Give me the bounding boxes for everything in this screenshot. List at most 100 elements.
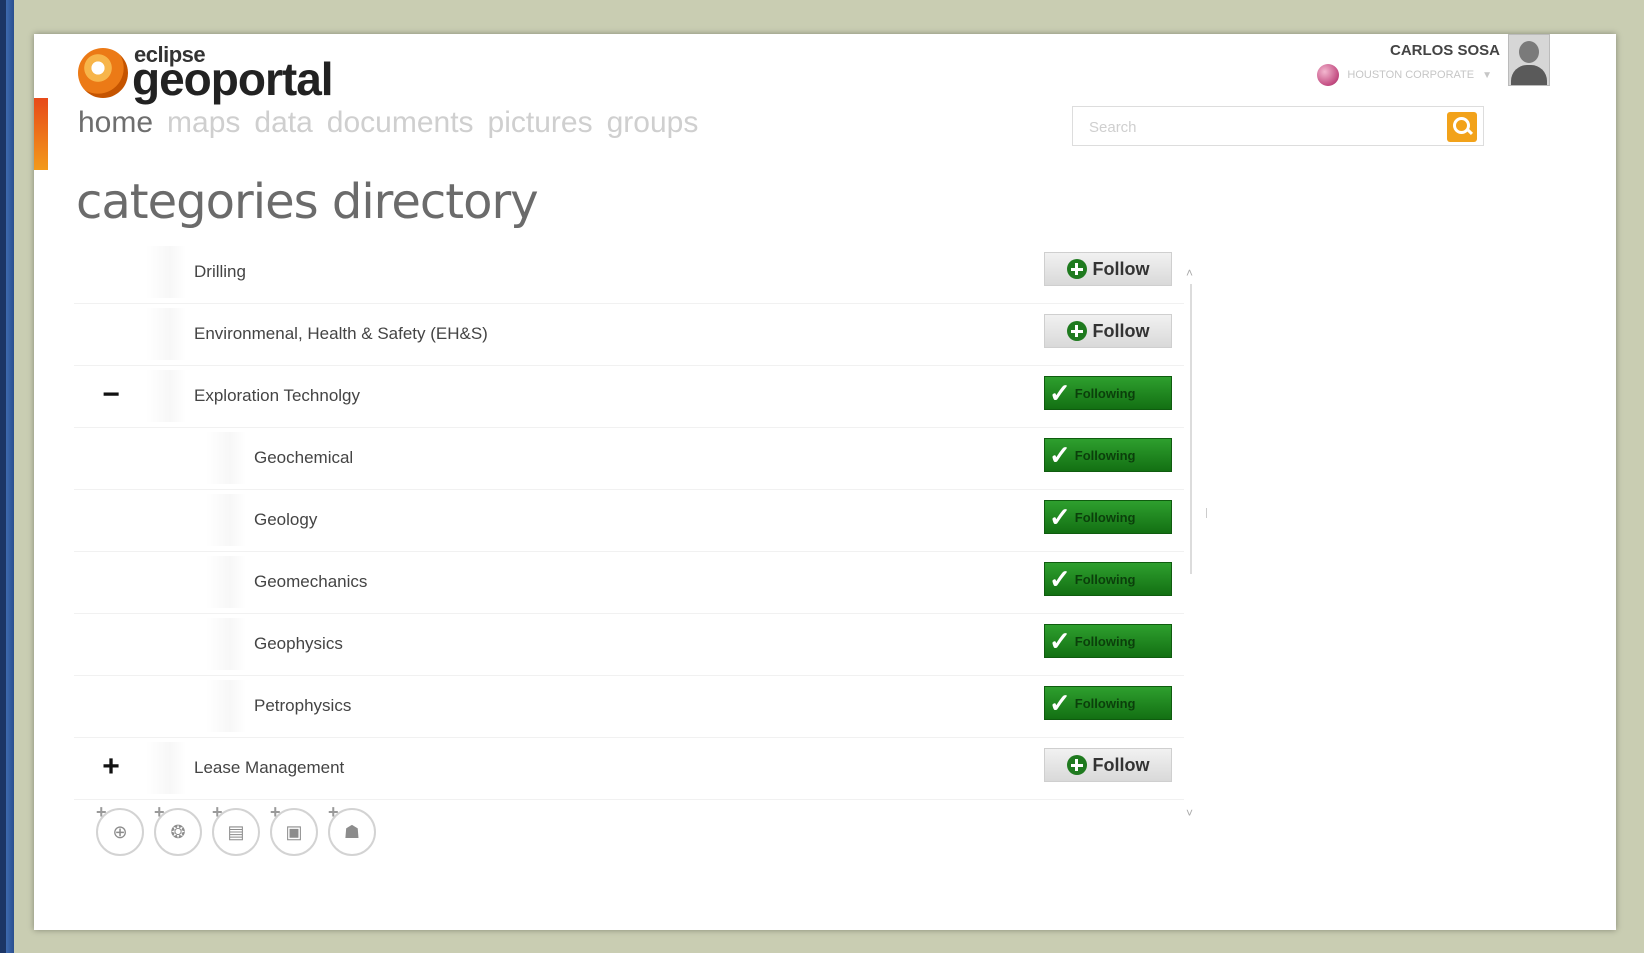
category-list: Drilling Follow Environmenal, Health & Saf… [74, 242, 1184, 800]
add-map-button[interactable]: + ⊕ [96, 802, 144, 856]
button-label: Following [1074, 695, 1136, 711]
following-button[interactable]: ✓ Following [1044, 500, 1172, 534]
add-group-icon: ☗ [343, 822, 361, 842]
plus-icon: + [270, 802, 281, 822]
checkmark-icon: ✓ [1049, 688, 1071, 718]
following-button[interactable]: ✓ Following [1044, 438, 1172, 472]
category-row: Petrophysics ✓ Following [74, 676, 1184, 738]
scroll-down-arrow[interactable]: ˅ [1186, 806, 1193, 820]
logo[interactable]: eclipse geoportal [78, 40, 388, 110]
app-window: eclipse geoportal home maps data documents p… [34, 34, 1616, 930]
category-label[interactable]: Lease Management [194, 758, 344, 778]
add-group-button[interactable]: + ☗ [328, 802, 376, 856]
nav-item-maps[interactable]: maps [167, 106, 240, 140]
nav-item-groups[interactable]: groups [607, 106, 699, 140]
button-label: Follow [1092, 258, 1150, 279]
plus-circle-icon [1066, 259, 1087, 279]
plus-icon: + [212, 802, 223, 822]
checkmark-icon: ✓ [1049, 626, 1071, 656]
row-indent-shade [206, 494, 246, 546]
button-label: Follow [1092, 320, 1150, 341]
following-button[interactable]: ✓ Following [1044, 686, 1172, 720]
accent-bar [34, 98, 48, 170]
nav-item-home[interactable]: home [78, 106, 153, 140]
category-row: Geochemical ✓ Following [74, 428, 1184, 490]
add-picture-button[interactable]: + ▣ [270, 802, 318, 856]
category-row: + Lease Management Follow [74, 738, 1184, 800]
category-row: − Exploration Technolgy ✓ Following [74, 366, 1184, 428]
logo-big-text: geoportal [132, 53, 334, 105]
globe-icon [1317, 64, 1340, 86]
nav-item-data[interactable]: data [254, 106, 312, 140]
button-label: Following [1074, 509, 1136, 525]
user-name[interactable]: CARLOS SOSA [1390, 42, 1500, 59]
nav-item-pictures[interactable]: pictures [488, 106, 593, 140]
avatar[interactable] [1508, 34, 1550, 86]
row-indent-shade [206, 432, 246, 484]
button-label: Following [1074, 571, 1136, 587]
follow-button[interactable]: Follow [1044, 314, 1172, 348]
category-label[interactable]: Geophysics [254, 634, 343, 654]
plus-circle-icon [1066, 755, 1087, 775]
scrollbar-thumb[interactable] [1190, 284, 1192, 574]
follow-button[interactable]: Follow [1044, 252, 1172, 286]
checkmark-icon: ✓ [1049, 564, 1071, 594]
category-label[interactable]: Environmenal, Health & Safety (EH&S) [194, 324, 488, 344]
chevron-down-icon: ▼ [1482, 69, 1492, 81]
checkmark-icon: ✓ [1049, 378, 1071, 408]
row-indent-shade [206, 680, 246, 732]
scroll-up-arrow[interactable]: ˄ [1186, 266, 1193, 280]
category-label[interactable]: Geomechanics [254, 572, 367, 592]
main-nav: home maps data documents pictures groups [78, 106, 698, 140]
avatar-head [1519, 41, 1539, 63]
add-data-icon: ❂ [170, 822, 186, 842]
scroll-marker [1206, 508, 1207, 518]
following-button[interactable]: ✓ Following [1044, 624, 1172, 658]
category-label[interactable]: Exploration Technolgy [194, 386, 360, 406]
plus-circle-icon [1066, 321, 1087, 341]
add-map-icon: ⊕ [112, 822, 128, 842]
eclipse-ring-icon [78, 48, 128, 98]
plus-icon: + [154, 802, 165, 822]
category-row: Geomechanics ✓ Following [74, 552, 1184, 614]
nav-item-documents[interactable]: documents [327, 106, 474, 140]
category-label[interactable]: Drilling [194, 262, 246, 282]
row-indent-shade [146, 742, 186, 794]
row-indent-shade [146, 370, 186, 422]
plus-icon: + [328, 802, 339, 822]
category-label[interactable]: Petrophysics [254, 696, 351, 716]
add-document-icon: ▤ [227, 822, 245, 842]
search-icon[interactable] [1447, 112, 1477, 142]
follow-button[interactable]: Follow [1044, 748, 1172, 782]
category-row: Drilling Follow [74, 242, 1184, 304]
following-button[interactable]: ✓ Following [1044, 562, 1172, 596]
button-label: Following [1074, 447, 1136, 463]
avatar-shoulders [1511, 65, 1547, 85]
button-label: Following [1074, 633, 1136, 649]
category-label[interactable]: Geology [254, 510, 317, 530]
following-button[interactable]: ✓ Following [1044, 376, 1172, 410]
category-label[interactable]: Geochemical [254, 448, 353, 468]
row-indent-shade [146, 246, 186, 298]
search-box [1072, 106, 1484, 147]
row-indent-shade [206, 556, 246, 608]
row-indent-shade [146, 308, 186, 360]
category-row: Geophysics ✓ Following [74, 614, 1184, 676]
add-data-button[interactable]: + ❂ [154, 802, 202, 856]
checkmark-icon: ✓ [1049, 440, 1071, 470]
search-input[interactable] [1073, 107, 1451, 147]
add-document-button[interactable]: + ▤ [212, 802, 260, 856]
button-label: Follow [1092, 754, 1150, 775]
checkmark-icon: ✓ [1049, 502, 1071, 532]
category-row: Geology ✓ Following [74, 490, 1184, 552]
button-label: Following [1074, 385, 1136, 401]
add-picture-icon: ▣ [285, 822, 303, 842]
collapse-toggle[interactable]: − [96, 378, 126, 412]
category-row: Environmenal, Health & Safety (EH&S) Foll… [74, 304, 1184, 366]
page-title: categories directory [76, 174, 539, 230]
org-selector[interactable]: HOUSTON CORPORATE ▼ [1317, 64, 1492, 86]
row-indent-shade [206, 618, 246, 670]
org-name: HOUSTON CORPORATE [1347, 69, 1475, 81]
expand-toggle[interactable]: + [96, 750, 126, 784]
action-toolbar: + ⊕ + ❂ + ▤ + ▣ + ☗ [96, 802, 376, 856]
